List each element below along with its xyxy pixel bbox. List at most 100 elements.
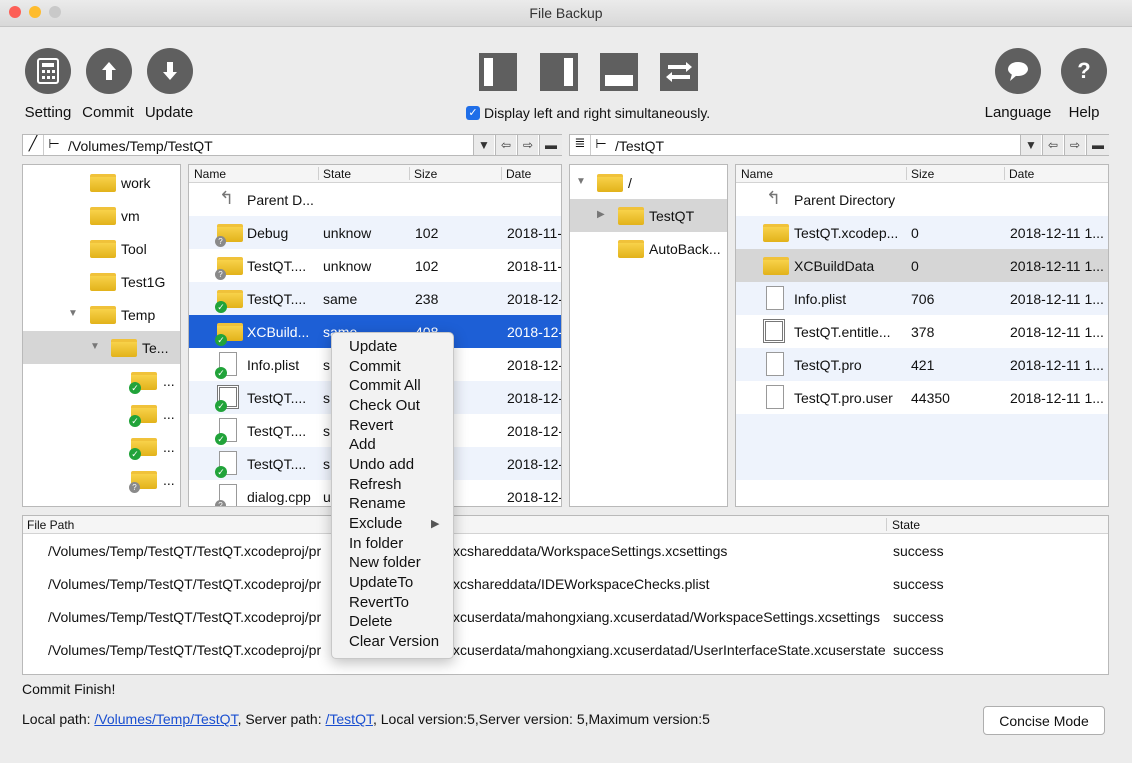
menu-item-commit[interactable]: Commit [349, 358, 401, 375]
table-row[interactable]: TestQT.xcodep... 0 2018-12-11 1... [736, 216, 1108, 249]
commit-button[interactable] [86, 48, 132, 94]
root-icon[interactable]: ╱ [23, 135, 44, 155]
table-row[interactable]: TestQT.pro.user 44350 2018-12-11 1... [736, 381, 1108, 414]
header-name[interactable]: Name [194, 167, 226, 181]
layout-right-button[interactable] [540, 53, 578, 91]
left-back-icon[interactable]: ⇦ [495, 135, 516, 155]
list-icon[interactable]: ≣ [570, 135, 591, 155]
menu-item-revert[interactable]: Revert [349, 417, 393, 434]
menu-item-update[interactable]: Update [349, 338, 397, 355]
check-badge-icon: ✓ [129, 382, 141, 394]
log-row[interactable]: /Volumes/Temp/TestQT/TestQT.xcodeproj/pr… [23, 600, 1108, 633]
log-row[interactable]: /Volumes/Temp/TestQT/TestQT.xcodeproj/pr… [23, 633, 1108, 666]
table-row-empty [736, 414, 1108, 447]
swap-button[interactable] [660, 53, 698, 91]
chevron-down-icon[interactable]: ▼ [68, 308, 78, 319]
help-label: Help [1068, 104, 1100, 121]
right-folder-icon[interactable]: ▬ [1086, 135, 1109, 155]
tree-item[interactable]: ▼ Temp [23, 298, 180, 331]
folder-icon [90, 174, 116, 192]
chevron-right-icon[interactable]: ▶ [597, 209, 605, 220]
header-date[interactable]: Date [506, 167, 531, 181]
right-file-table: Name Size Date ↰ Parent Directory TestQT… [735, 164, 1109, 507]
table-row[interactable]: ↰ Parent Directory [736, 183, 1108, 216]
tree-item-selected[interactable]: ▶ TestQT [570, 199, 727, 232]
menu-item-check-out[interactable]: Check Out [349, 397, 420, 414]
tree-item[interactable]: work [23, 166, 180, 199]
setting-button[interactable] [25, 48, 71, 94]
submenu-arrow-icon: ▶ [431, 518, 440, 530]
table-row[interactable]: ↰ Parent D... [189, 183, 561, 216]
menu-item-commit-all[interactable]: Commit All [349, 377, 421, 394]
menu-item-exclude[interactable]: Exclude [349, 515, 402, 532]
right-path-bar: ≣ ⊢ /TestQT ▼ ⇦ ⇨ ▬ [569, 134, 1109, 156]
tree-item[interactable]: ▼ / [570, 166, 727, 199]
header-state[interactable]: State [323, 167, 351, 181]
right-back-icon[interactable]: ⇦ [1042, 135, 1063, 155]
tree-item[interactable]: vm [23, 199, 180, 232]
header-size[interactable]: Size [414, 167, 437, 181]
header-name[interactable]: Name [741, 167, 773, 181]
menu-item-add[interactable]: Add [349, 436, 376, 453]
log-row[interactable]: /Volumes/Temp/TestQT/TestQT.xcodeproj/pr… [23, 567, 1108, 600]
table-row[interactable]: ? Debugunknow1022018-11-... [189, 216, 561, 249]
folder-icon [90, 273, 116, 291]
menu-item-revert-to[interactable]: RevertTo [349, 594, 409, 611]
menu-item-update-to[interactable]: UpdateTo [349, 574, 413, 591]
header-state[interactable]: State [892, 518, 920, 532]
server-path-link[interactable]: /TestQT [326, 711, 373, 727]
layout-bottom-button[interactable] [600, 53, 638, 91]
folder-icon [618, 207, 644, 225]
display-checkbox[interactable]: ✓ [466, 106, 480, 120]
language-button[interactable] [995, 48, 1041, 94]
update-button[interactable] [147, 48, 193, 94]
header-file-path[interactable]: File Path [27, 518, 74, 532]
local-path-link[interactable]: /Volumes/Temp/TestQT [94, 711, 237, 727]
chevron-down-icon[interactable]: ▼ [576, 176, 586, 187]
right-forward-icon[interactable]: ⇨ [1064, 135, 1085, 155]
chevron-down-icon[interactable]: ▼ [90, 341, 100, 352]
table-row[interactable]: TestQT.pro 421 2018-12-11 1... [736, 348, 1108, 381]
left-folder-icon[interactable]: ▬ [539, 135, 562, 155]
left-path-input[interactable]: /Volumes/Temp/TestQT [68, 138, 213, 154]
tree-icon[interactable]: ⊢ [592, 136, 610, 154]
left-path-dropdown-icon[interactable]: ▼ [473, 135, 494, 155]
help-button[interactable]: ? [1061, 48, 1107, 94]
header-size[interactable]: Size [911, 167, 934, 181]
menu-item-refresh[interactable]: Refresh [349, 476, 402, 493]
menu-item-in-folder[interactable]: In folder [349, 535, 403, 552]
tree-item[interactable]: ?... [23, 463, 180, 496]
tree-item[interactable]: ✓... [23, 430, 180, 463]
check-badge-icon: ✓ [129, 415, 141, 427]
menu-item-delete[interactable]: Delete [349, 613, 392, 630]
right-folder-tree: ▼ / ▶ TestQT AutoBack... [569, 164, 728, 507]
tree-item[interactable]: ✓... [23, 364, 180, 397]
concise-mode-button[interactable]: Concise Mode [983, 706, 1105, 735]
tree-icon[interactable]: ⊢ [45, 136, 63, 154]
table-row-selected[interactable]: XCBuildData 0 2018-12-11 1... [736, 249, 1108, 282]
layout-left-button[interactable] [479, 53, 517, 91]
table-row-empty [736, 447, 1108, 480]
folder-icon [763, 257, 789, 275]
log-row[interactable]: /Volumes/Temp/TestQT/TestQT.xcodeproj/pr… [23, 534, 1108, 567]
tree-item-selected[interactable]: ▼ Te... [23, 331, 180, 364]
menu-item-new-folder[interactable]: New folder [349, 554, 421, 571]
table-row[interactable]: TestQT.entitle... 378 2018-12-11 1... [736, 315, 1108, 348]
tree-item[interactable]: Tool [23, 232, 180, 265]
table-row[interactable]: ✓ TestQT....same2382018-12-... [189, 282, 561, 315]
left-forward-icon[interactable]: ⇨ [517, 135, 538, 155]
menu-item-rename[interactable]: Rename [349, 495, 406, 512]
menu-item-undo-add[interactable]: Undo add [349, 456, 414, 473]
right-path-input[interactable]: /TestQT [615, 138, 664, 154]
setting-icon [37, 58, 59, 84]
table-row[interactable]: ? TestQT....unknow1022018-11-... [189, 249, 561, 282]
left-folder-tree: work vm Tool Test1G ▼ Temp ▼ Te... ✓... ✓.… [22, 164, 181, 507]
tree-item[interactable]: Test1G [23, 265, 180, 298]
right-path-dropdown-icon[interactable]: ▼ [1020, 135, 1041, 155]
tree-item[interactable]: AutoBack... [570, 232, 727, 265]
swap-icon [666, 62, 692, 82]
menu-item-clear-version[interactable]: Clear Version [349, 633, 439, 650]
table-row[interactable]: Info.plist 706 2018-12-11 1... [736, 282, 1108, 315]
tree-item[interactable]: ✓... [23, 397, 180, 430]
header-date[interactable]: Date [1009, 167, 1034, 181]
